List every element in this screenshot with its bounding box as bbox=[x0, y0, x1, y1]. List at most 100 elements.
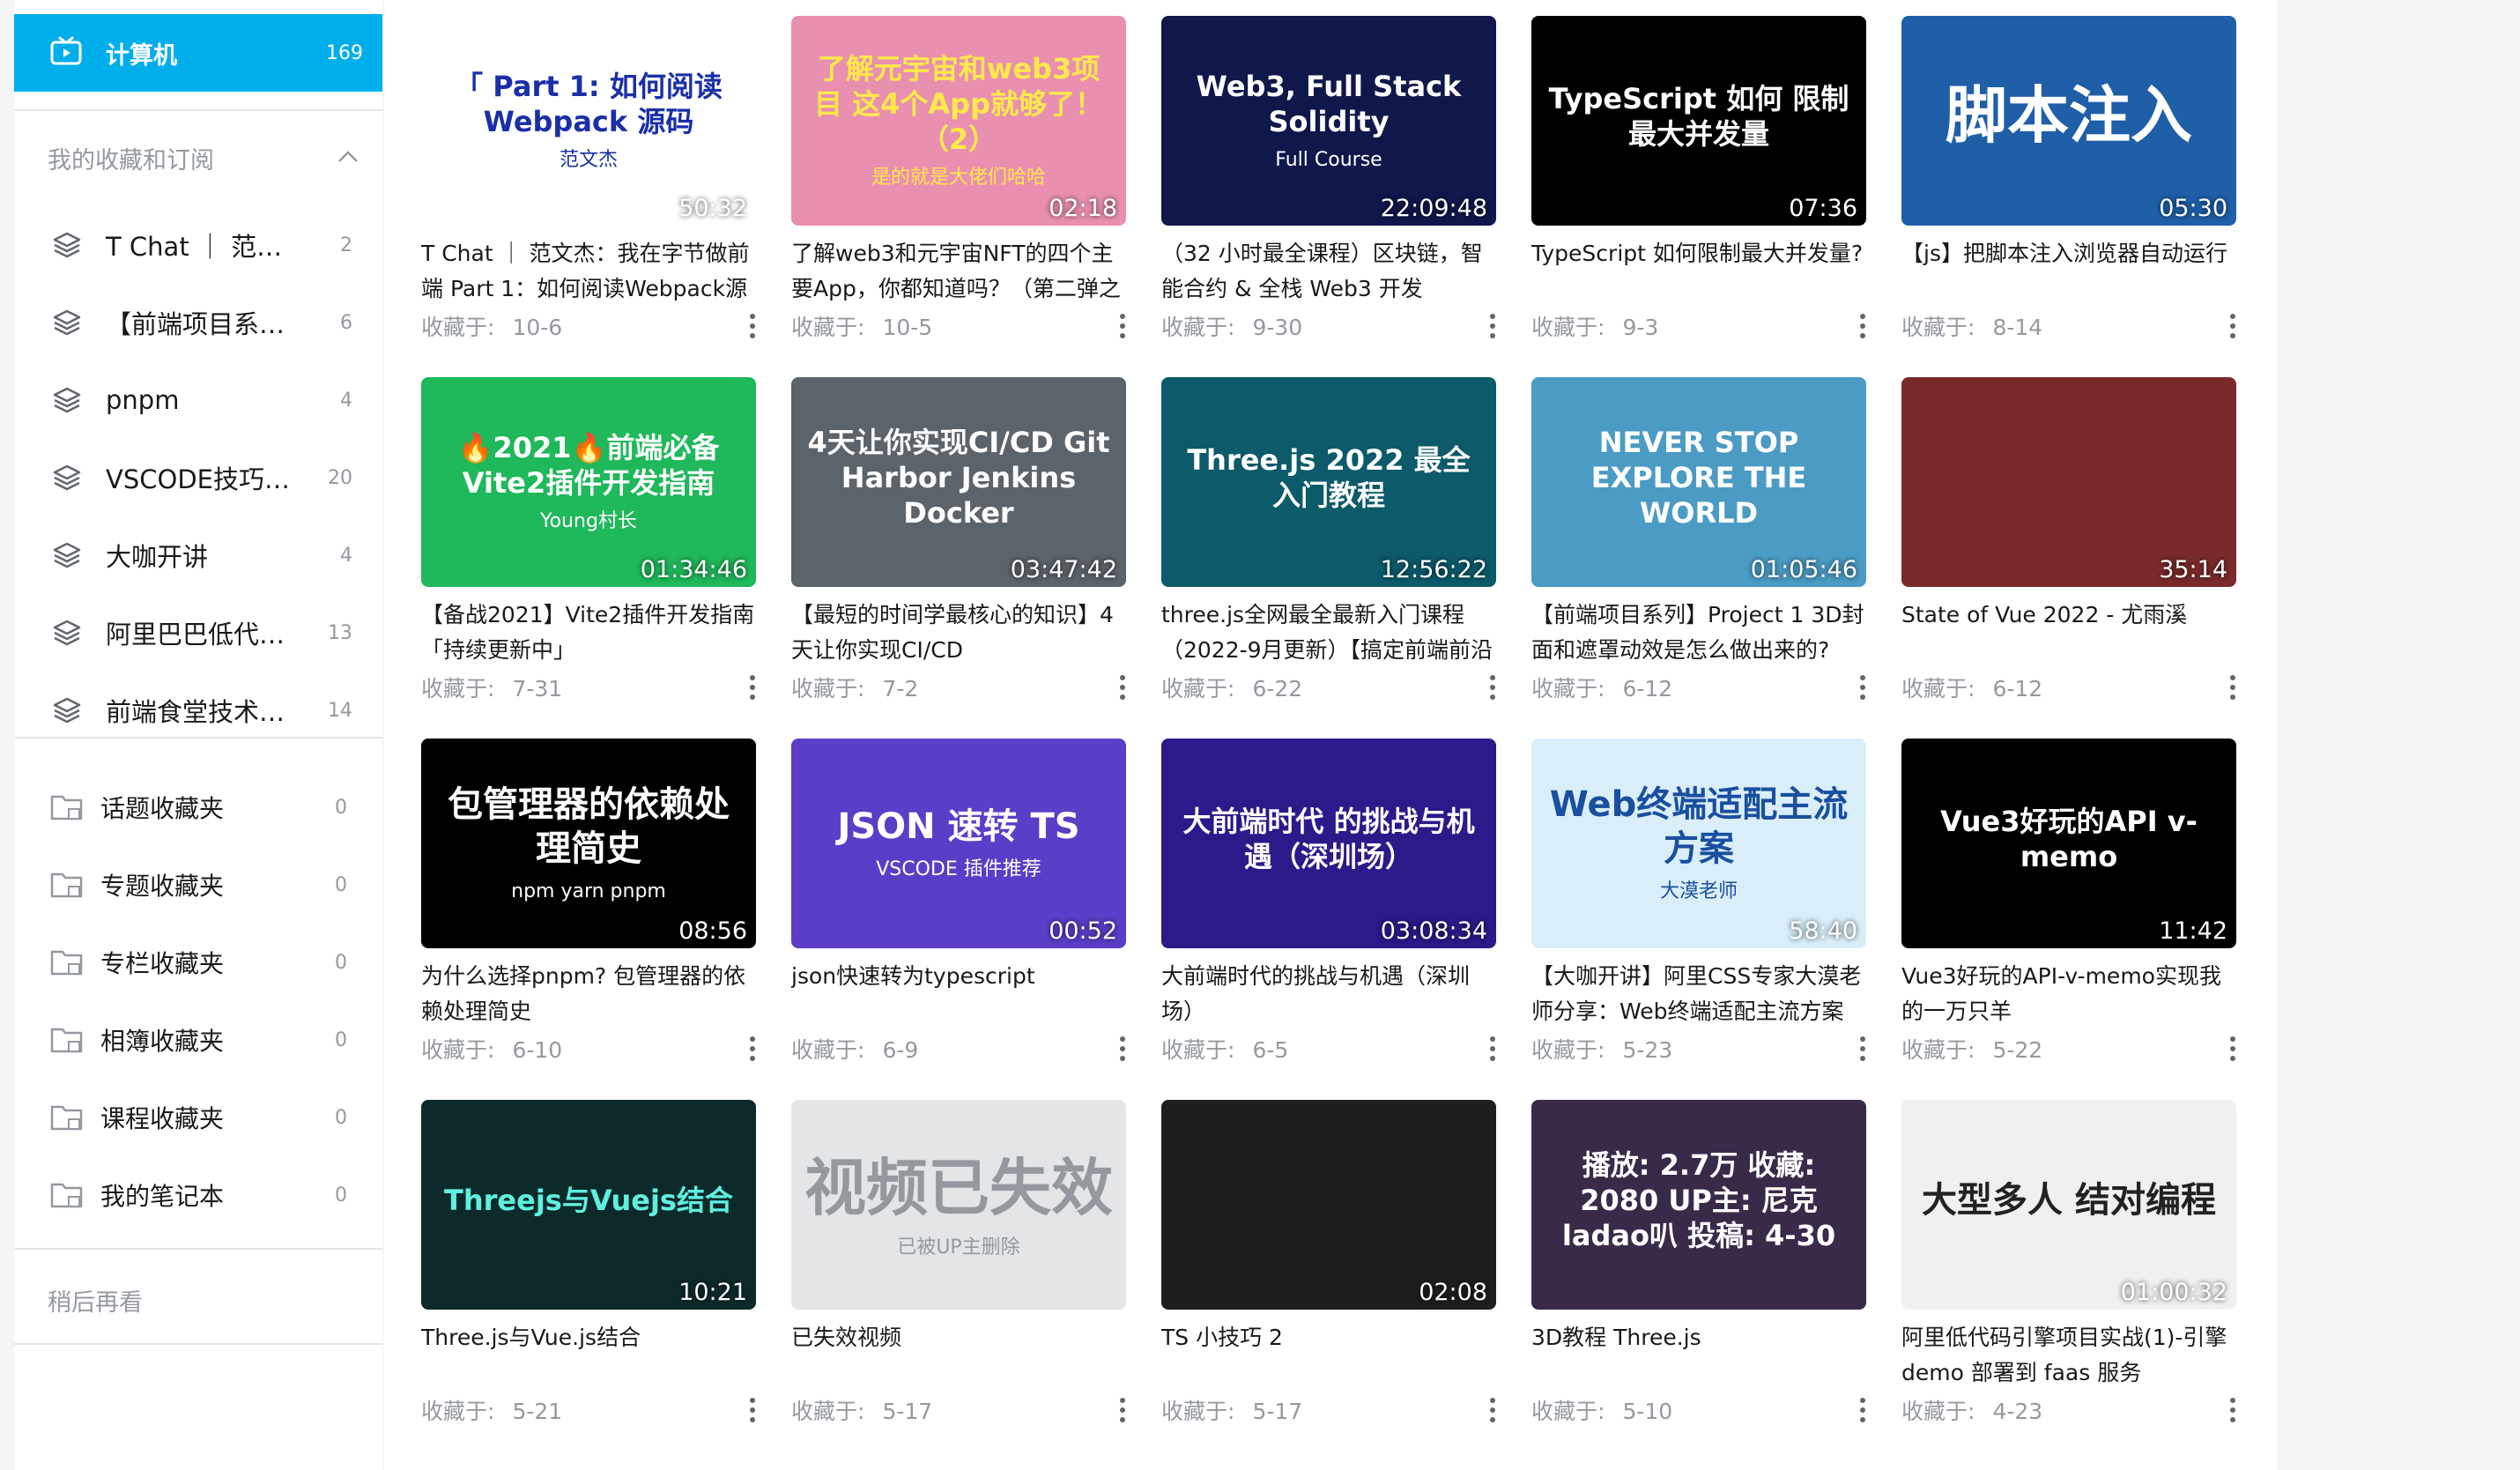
video-title[interactable]: TypeScript 如何限制最大并发量? bbox=[1531, 236, 1866, 271]
video-thumbnail[interactable]: Web终端适配主流方案 大漠老师 58:40 bbox=[1531, 739, 1866, 948]
video-card[interactable]: TypeScript 如何 限制最大并发量 07:36 TypeScript 如何限… bbox=[1531, 0, 1866, 353]
video-thumbnail[interactable]: 视频已失效 已被UP主删除 bbox=[791, 1100, 1126, 1310]
sidebar-subscription-item[interactable]: 阿里巴巴低代… 13 bbox=[14, 594, 382, 672]
video-card[interactable]: 02:08 TS 小技巧 2 收藏于: 5-17 bbox=[1161, 1084, 1496, 1437]
video-card[interactable]: 包管理器的依赖处理简史 npm yarn pnpm 08:56 为什么选择pnpm? … bbox=[421, 723, 756, 1075]
video-thumbnail[interactable]: 包管理器的依赖处理简史 npm yarn pnpm 08:56 bbox=[421, 739, 756, 948]
video-thumbnail[interactable]: 🔥2021🔥前端必备 Vite2插件开发指南 Young村长 01:34:46 bbox=[421, 377, 756, 587]
more-options-icon[interactable] bbox=[749, 1398, 756, 1422]
sidebar-folder-item[interactable]: 专栏收藏夹 0 bbox=[14, 924, 382, 1001]
more-options-icon[interactable] bbox=[1489, 675, 1496, 700]
sidebar-subscription-item[interactable]: VSCODE技巧… 20 bbox=[14, 439, 382, 516]
video-card[interactable]: 视频已失效 已被UP主删除 已失效视频 收藏于: 5-17 bbox=[791, 1084, 1126, 1437]
video-meta: 收藏于: 6-12 bbox=[1531, 672, 1672, 703]
more-options-icon[interactable] bbox=[2229, 1036, 2236, 1061]
video-title[interactable]: 大前端时代的挑战与机遇（深圳场） bbox=[1161, 959, 1496, 1029]
sidebar-subscription-item[interactable]: T Chat ｜ 范… 2 bbox=[14, 206, 382, 284]
more-options-icon[interactable] bbox=[1119, 314, 1126, 338]
sidebar-folder-item[interactable]: 课程收藏夹 0 bbox=[14, 1079, 382, 1156]
video-card[interactable]: Threejs与Vuejs结合 10:21 Three.js与Vue.js结合 收藏于… bbox=[421, 1084, 756, 1437]
video-card[interactable]: 35:14 State of Vue 2022 - 尤雨溪 收藏于: 6-12 bbox=[1901, 361, 2236, 714]
sidebar-item-computer[interactable]: 计算机 169 bbox=[14, 14, 382, 92]
more-options-icon[interactable] bbox=[1489, 1036, 1496, 1061]
video-card[interactable]: Web3, Full Stack Solidity Full Course 22:0… bbox=[1161, 0, 1496, 353]
video-card[interactable]: 「 Part 1: 如何阅读 Webpack 源码 范文杰 50:32 T Chat … bbox=[421, 0, 756, 353]
more-options-icon[interactable] bbox=[1859, 1036, 1866, 1061]
video-thumbnail[interactable]: Three.js 2022 最全入门教程 12:56:22 bbox=[1161, 377, 1496, 587]
video-title[interactable]: json快速转为typescript bbox=[791, 959, 1126, 994]
video-title[interactable]: Vue3好玩的API-v-memo实现我的一万只羊 bbox=[1901, 959, 2236, 1029]
video-card[interactable]: 脚本注入 05:30 【js】把脚本注入浏览器自动运行 收藏于: 8-14 bbox=[1901, 0, 2236, 353]
sidebar-folder-item[interactable]: 专题收藏夹 0 bbox=[14, 846, 382, 924]
video-card[interactable]: JSON 速转 TS VSCODE 插件推荐 00:52 json快速转为typesc… bbox=[791, 723, 1126, 1075]
video-card[interactable]: Web终端适配主流方案 大漠老师 58:40 【大咖开讲】阿里CSS专家大漠老师分享：… bbox=[1531, 723, 1866, 1075]
video-thumbnail[interactable]: 02:08 bbox=[1161, 1100, 1496, 1310]
video-title[interactable]: 了解web3和元宇宙NFT的四个主要App，你都知道吗？（第二弹之 bbox=[791, 236, 1126, 307]
video-thumbnail[interactable]: 播放: 2.7万 收藏: 2080 UP主: 尼克ladao叭 投稿: 4-30 bbox=[1531, 1100, 1866, 1310]
video-title[interactable]: 3D教程 Three.js bbox=[1531, 1320, 1866, 1355]
favorites-section-title[interactable]: 我的收藏和订阅 bbox=[48, 141, 214, 175]
video-card[interactable]: NEVER STOP EXPLORE THE WORLD 01:05:46 【前端项… bbox=[1531, 361, 1866, 714]
video-card[interactable]: Three.js 2022 最全入门教程 12:56:22 three.js全网最全… bbox=[1161, 361, 1496, 714]
video-thumbnail[interactable]: 了解元宇宙和web3项目 这4个App就够了！（2） 是的就是大佬们哈哈 02:18 bbox=[791, 16, 1126, 226]
video-title[interactable]: 为什么选择pnpm? 包管理器的依赖处理简史 bbox=[421, 959, 756, 1029]
video-card[interactable]: 🔥2021🔥前端必备 Vite2插件开发指南 Young村长 01:34:46 【备战… bbox=[421, 361, 756, 714]
video-thumbnail[interactable]: 大前端时代 的挑战与机遇（深圳场） 03:08:34 bbox=[1161, 739, 1496, 948]
sidebar-subscription-item[interactable]: 【前端项目系… 6 bbox=[14, 284, 382, 361]
video-title[interactable]: TS 小技巧 2 bbox=[1161, 1320, 1496, 1355]
video-thumbnail[interactable]: 「 Part 1: 如何阅读 Webpack 源码 范文杰 50:32 bbox=[421, 16, 756, 226]
video-meta: 收藏于: 6-10 bbox=[421, 1033, 562, 1065]
watch-later-title[interactable]: 稍后再看 bbox=[48, 1283, 143, 1318]
video-card[interactable]: 播放: 2.7万 收藏: 2080 UP主: 尼克ladao叭 投稿: 4-30… bbox=[1531, 1084, 1866, 1437]
sidebar-subscription-item[interactable]: pnpm 4 bbox=[14, 361, 382, 439]
video-title[interactable]: （32 小时最全课程）区块链，智能合约 & 全栈 Web3 开发 bbox=[1161, 236, 1496, 307]
video-thumbnail[interactable]: JSON 速转 TS VSCODE 插件推荐 00:52 bbox=[791, 739, 1126, 948]
more-options-icon[interactable] bbox=[1119, 1036, 1126, 1061]
video-title[interactable]: 【最短的时间学最核心的知识】4天让你实现CI/CD bbox=[791, 598, 1126, 668]
more-options-icon[interactable] bbox=[1859, 314, 1866, 338]
video-thumbnail[interactable]: Vue3好玩的API v-memo 11:42 bbox=[1901, 739, 2236, 948]
sidebar-folder-item[interactable]: 我的笔记本 0 bbox=[14, 1156, 382, 1234]
video-title[interactable]: 【前端项目系列】Project 1 3D封面和遮罩动效是怎么做出来的? bbox=[1531, 598, 1866, 668]
video-thumbnail[interactable]: Web3, Full Stack Solidity Full Course 22:0… bbox=[1161, 16, 1496, 226]
video-thumbnail[interactable]: 大型多人 结对编程 01:00:32 bbox=[1901, 1100, 2236, 1310]
sidebar-folder-item[interactable]: 相簿收藏夹 0 bbox=[14, 1001, 382, 1079]
video-thumbnail[interactable]: 35:14 bbox=[1901, 377, 2236, 587]
video-card[interactable]: 大前端时代 的挑战与机遇（深圳场） 03:08:34 大前端时代的挑战与机遇（深圳场… bbox=[1161, 723, 1496, 1075]
video-thumbnail[interactable]: TypeScript 如何 限制最大并发量 07:36 bbox=[1531, 16, 1866, 226]
sidebar-subscription-item[interactable]: 大咖开讲 4 bbox=[14, 516, 382, 594]
video-meta: 收藏于: 5-17 bbox=[1161, 1394, 1302, 1426]
video-title[interactable]: three.js全网最全最新入门课程（2022-9月更新）【搞定前端前沿 bbox=[1161, 598, 1496, 668]
video-title[interactable]: T Chat ｜ 范文杰：我在字节做前端 Part 1：如何阅读Webpack源 bbox=[421, 236, 756, 307]
video-title[interactable]: 已失效视频 bbox=[791, 1320, 1126, 1355]
more-options-icon[interactable] bbox=[1859, 1398, 1866, 1422]
sidebar-folder-item[interactable]: 话题收藏夹 0 bbox=[14, 768, 382, 846]
more-options-icon[interactable] bbox=[2229, 675, 2236, 700]
video-thumbnail[interactable]: 脚本注入 05:30 bbox=[1901, 16, 2236, 226]
video-title[interactable]: Three.js与Vue.js结合 bbox=[421, 1320, 756, 1355]
video-thumbnail[interactable]: Threejs与Vuejs结合 10:21 bbox=[421, 1100, 756, 1310]
video-thumbnail[interactable]: 4天让你实现CI/CD Git Harbor Jenkins Docker 03:… bbox=[791, 377, 1126, 587]
meta-prefix: 收藏于: bbox=[1161, 1037, 1235, 1063]
video-title[interactable]: 【js】把脚本注入浏览器自动运行 bbox=[1901, 236, 2236, 271]
video-thumbnail[interactable]: NEVER STOP EXPLORE THE WORLD 01:05:46 bbox=[1531, 377, 1866, 587]
more-options-icon[interactable] bbox=[2229, 314, 2236, 338]
more-options-icon[interactable] bbox=[1859, 675, 1866, 700]
more-options-icon[interactable] bbox=[749, 314, 756, 338]
video-card[interactable]: 4天让你实现CI/CD Git Harbor Jenkins Docker 03:… bbox=[791, 361, 1126, 714]
more-options-icon[interactable] bbox=[749, 675, 756, 700]
more-options-icon[interactable] bbox=[1119, 675, 1126, 700]
video-card[interactable]: 了解元宇宙和web3项目 这4个App就够了！（2） 是的就是大佬们哈哈 02:18… bbox=[791, 0, 1126, 353]
more-options-icon[interactable] bbox=[749, 1036, 756, 1061]
video-card[interactable]: 大型多人 结对编程 01:00:32 阿里低代码引擎项目实战(1)-引擎demo 部… bbox=[1901, 1084, 2236, 1437]
video-title[interactable]: State of Vue 2022 - 尤雨溪 bbox=[1901, 598, 2236, 633]
video-title[interactable]: 【备战2021】Vite2插件开发指南「持续更新中」 bbox=[421, 598, 756, 668]
video-card[interactable]: Vue3好玩的API v-memo 11:42 Vue3好玩的API-v-memo实… bbox=[1901, 723, 2236, 1075]
more-options-icon[interactable] bbox=[1489, 1398, 1496, 1422]
chevron-up-icon[interactable] bbox=[337, 150, 359, 164]
more-options-icon[interactable] bbox=[2229, 1398, 2236, 1422]
video-title[interactable]: 【大咖开讲】阿里CSS专家大漠老师分享：Web终端适配主流方案 bbox=[1531, 959, 1866, 1029]
more-options-icon[interactable] bbox=[1489, 314, 1496, 338]
video-title[interactable]: 阿里低代码引擎项目实战(1)-引擎demo 部署到 faas 服务 bbox=[1901, 1320, 2236, 1391]
more-options-icon[interactable] bbox=[1119, 1398, 1126, 1422]
